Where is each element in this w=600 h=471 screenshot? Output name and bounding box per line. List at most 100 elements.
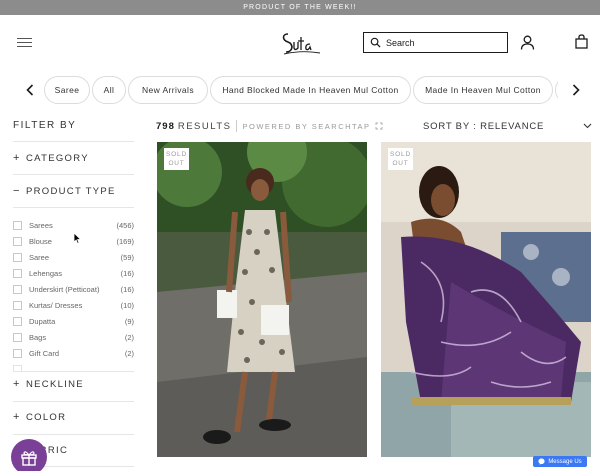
plus-icon: + — [13, 151, 20, 164]
category-pill-next[interactable] — [555, 76, 558, 104]
option-count: (10) — [120, 300, 134, 310]
facet-neckline[interactable]: + NECKLINE — [13, 375, 134, 393]
mouse-cursor — [73, 232, 82, 245]
powered-by-text: POWERED BY SEARCHTAP — [242, 121, 371, 131]
category-pill-label: All — [103, 85, 115, 95]
product-image — [157, 142, 367, 457]
option-label: Bags — [29, 332, 47, 342]
option-label: Kurtas/ Dresses — [29, 300, 83, 310]
search-icon — [370, 37, 381, 48]
sold-out-badge: SOLD OUT — [164, 148, 189, 170]
facet-product-type[interactable]: − PRODUCT TYPE — [13, 182, 134, 200]
facet-label: NECKLINE — [26, 378, 84, 390]
filter-option[interactable]: Dupatta (9) — [13, 314, 134, 328]
category-pill-all[interactable]: All — [92, 76, 126, 104]
chevron-right-icon — [572, 84, 580, 96]
checkbox[interactable] — [13, 348, 22, 358]
filter-title: FILTER BY — [13, 120, 77, 131]
chevron-down-icon[interactable] — [583, 121, 592, 130]
divider — [13, 174, 134, 175]
option-count: (456) — [116, 220, 134, 230]
site-header: Search — [0, 15, 600, 72]
cart-icon[interactable] — [575, 34, 588, 49]
option-label: Lehengas — [29, 268, 62, 278]
minus-icon: − — [13, 184, 20, 197]
checkbox[interactable] — [13, 316, 22, 326]
option-count: (169) — [116, 236, 134, 246]
gift-icon — [21, 451, 37, 466]
results-summary: 798 RESULTS POWERED BY SEARCHTAP — [156, 120, 383, 132]
facet-category[interactable]: + CATEGORY — [13, 149, 134, 167]
checkbox[interactable] — [13, 220, 22, 230]
option-label: Saree — [29, 252, 50, 262]
sort-dropdown[interactable]: SORT BY : RELEVANCE — [423, 120, 544, 132]
facet-label: CATEGORY — [26, 152, 89, 164]
messenger-label: Message Us — [548, 458, 582, 465]
option-label: Underskirt (Petticoat) — [29, 284, 100, 294]
announcement-bar[interactable]: PRODUCT OF THE WEEK!! — [0, 0, 600, 15]
divider — [13, 401, 134, 402]
checkbox[interactable] — [13, 268, 22, 278]
messenger-button[interactable]: Message Us — [533, 456, 587, 467]
carousel-prev-button[interactable] — [23, 81, 37, 99]
product-card[interactable]: SOLD OUT — [157, 142, 367, 457]
divider — [13, 141, 134, 142]
category-pill-new-arrivals[interactable]: New Arrivals — [128, 76, 208, 104]
plus-icon: + — [13, 377, 20, 390]
checkbox[interactable] — [13, 300, 22, 310]
divider — [13, 434, 134, 435]
filter-option[interactable]: Gift Card (2) — [13, 346, 134, 360]
category-pill-saree[interactable]: Saree — [44, 76, 90, 104]
announcement-text: PRODUCT OF THE WEEK!! — [243, 4, 357, 11]
filter-option[interactable]: Bags (2) — [13, 330, 134, 344]
checkbox[interactable] — [13, 236, 22, 246]
filter-option-partial[interactable] — [13, 362, 134, 371]
plus-icon: + — [13, 410, 20, 423]
option-label: Dupatta — [29, 316, 56, 326]
filter-sidebar: FILTER BY + CATEGORY − PRODUCT TYPE Sare… — [13, 112, 134, 471]
product-card[interactable]: SOLD OUT — [381, 142, 591, 457]
chevron-left-icon — [26, 84, 34, 96]
category-pill-label: Made In Heaven Mul Cotton — [425, 85, 541, 95]
category-pill-label: Saree — [54, 85, 80, 95]
carousel-next-button[interactable] — [569, 81, 583, 99]
option-count: (16) — [120, 268, 134, 278]
search-input[interactable]: Search — [363, 32, 508, 53]
facet-label: PRODUCT TYPE — [26, 185, 116, 197]
sold-out-badge: SOLD OUT — [388, 148, 413, 170]
checkbox[interactable] — [13, 332, 22, 342]
option-count: (9) — [124, 316, 134, 326]
divider — [13, 371, 134, 372]
checkbox[interactable] — [13, 252, 22, 262]
results-label: RESULTS — [177, 120, 232, 132]
account-icon[interactable] — [520, 35, 535, 50]
filter-option[interactable]: Kurtas/ Dresses (10) — [13, 298, 134, 312]
option-label: Gift Card — [29, 348, 60, 358]
category-carousel: Saree All New Arrivals Hand Blocked Made… — [0, 73, 600, 107]
facet-label: COLOR — [26, 411, 67, 423]
option-count: (2) — [124, 332, 134, 342]
results-count: 798 — [156, 120, 175, 132]
divider — [13, 207, 134, 208]
gift-button[interactable] — [11, 439, 47, 471]
category-pill-hand-blocked[interactable]: Hand Blocked Made In Heaven Mul Cotton — [210, 76, 411, 104]
category-pill-list: Saree All New Arrivals Hand Blocked Made… — [42, 76, 558, 104]
menu-icon[interactable] — [17, 38, 32, 48]
category-pill-label: Hand Blocked Made In Heaven Mul Cotton — [222, 85, 399, 95]
option-label: Sarees — [29, 220, 53, 230]
facet-color[interactable]: + COLOR — [13, 408, 134, 426]
filter-option[interactable]: Saree (59) — [13, 250, 134, 264]
category-pill-made-in-heaven[interactable]: Made In Heaven Mul Cotton — [413, 76, 553, 104]
product-image — [381, 142, 591, 457]
option-count: (2) — [124, 348, 134, 358]
checkbox[interactable] — [13, 284, 22, 294]
searchtap-icon — [375, 122, 383, 130]
sort-label: SORT BY : RELEVANCE — [423, 120, 545, 132]
filter-option[interactable]: Lehengas (16) — [13, 266, 134, 280]
suta-logo[interactable] — [280, 28, 322, 58]
messenger-icon — [538, 458, 545, 465]
filter-option[interactable]: Underskirt (Petticoat) (16) — [13, 282, 134, 296]
filter-option[interactable]: Sarees (456) — [13, 218, 134, 232]
option-count: (16) — [120, 284, 134, 294]
search-placeholder: Search — [386, 37, 415, 48]
